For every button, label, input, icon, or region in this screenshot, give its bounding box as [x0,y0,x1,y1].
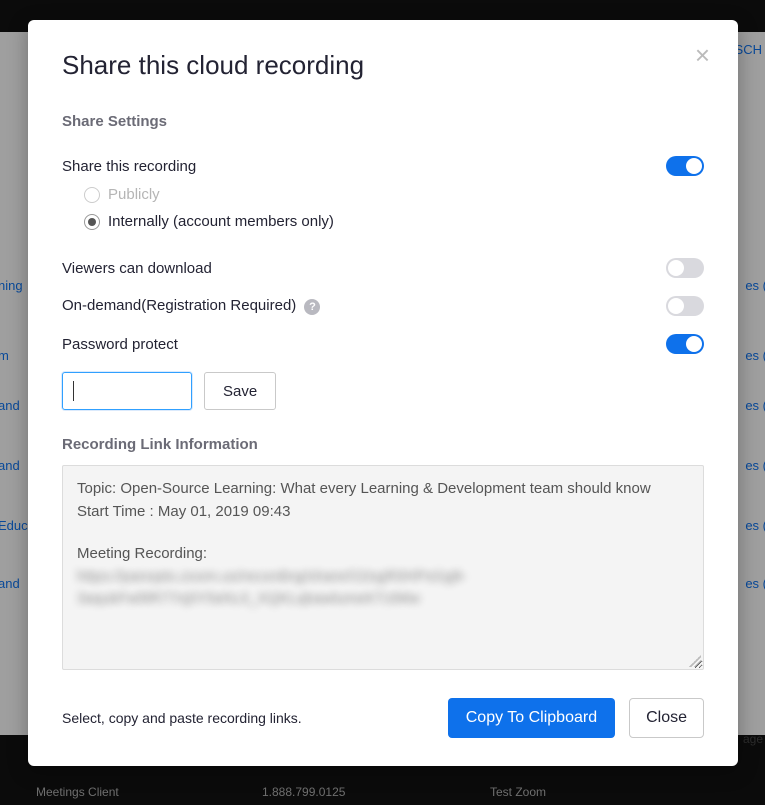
radio-icon [84,214,100,230]
share-recording-label: Share this recording [62,158,196,175]
share-recording-row: Share this recording [62,156,704,176]
close-icon[interactable]: × [695,42,710,68]
radio-public[interactable]: Publicly [84,186,704,203]
radio-internal-label: Internally (account members only) [108,213,334,230]
radio-internal[interactable]: Internally (account members only) [84,213,704,230]
on-demand-row: On-demand(Registration Required) ? [62,296,704,316]
copy-to-clipboard-button[interactable]: Copy To Clipboard [448,698,615,738]
viewers-download-row: Viewers can download [62,258,704,278]
password-input-row: Save [62,372,704,410]
password-label: Password protect [62,336,178,353]
viewers-download-label: Viewers can download [62,260,212,277]
on-demand-label: On-demand(Registration Required) ? [62,297,320,315]
recording-link-heading: Recording Link Information [62,436,704,453]
link-topic-line: Topic: Open-Source Learning: What every … [77,478,689,501]
recording-link-textarea[interactable]: Topic: Open-Source Learning: What every … [62,465,704,670]
link-start-line: Start Time : May 01, 2019 09:43 [77,501,689,524]
save-button[interactable]: Save [204,372,276,410]
radio-public-label: Publicly [108,186,160,203]
close-button[interactable]: Close [629,698,704,738]
resize-handle-icon[interactable] [689,655,701,667]
text-caret [73,381,74,401]
viewers-download-toggle[interactable] [666,258,704,278]
share-recording-toggle[interactable] [666,156,704,176]
modal-footer: Select, copy and paste recording links. … [62,698,704,738]
share-recording-modal: × Share this cloud recording Share Setti… [28,20,738,766]
footer-hint: Select, copy and paste recording links. [62,710,302,726]
share-scope-radio-group: Publicly Internally (account members onl… [84,186,704,230]
modal-title: Share this cloud recording [62,50,704,81]
link-recording-url: https://panopto.zoom.us/recording/share/… [77,566,689,589]
password-input[interactable] [62,372,192,410]
link-recording-label: Meeting Recording: [77,543,689,566]
password-row: Password protect [62,334,704,354]
radio-icon [84,187,100,203]
help-icon[interactable]: ? [304,299,320,315]
share-settings-heading: Share Settings [62,113,704,130]
link-recording-url: 3aqukFwl9R77nj0Y5ehL0_XQKLqbawlumeKTztMw [77,588,689,611]
on-demand-toggle[interactable] [666,296,704,316]
password-toggle[interactable] [666,334,704,354]
